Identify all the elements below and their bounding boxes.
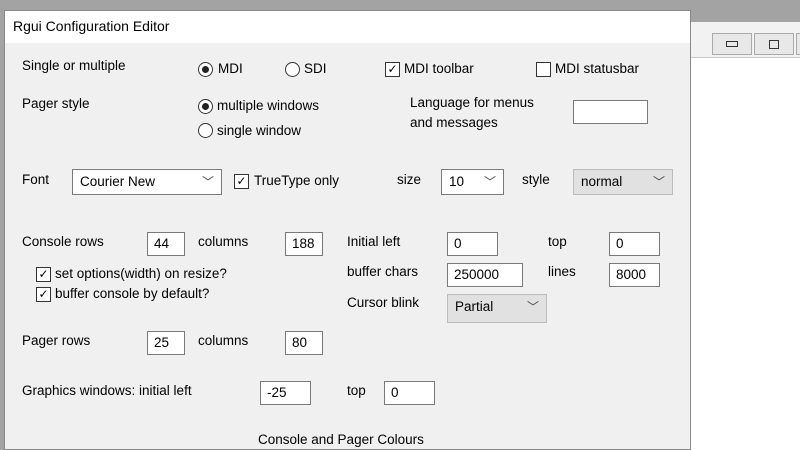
font-value: Courier New: [80, 174, 156, 189]
size-select[interactable]: 10 ﹀: [441, 169, 504, 195]
graphics-left-label: Graphics windows: initial left: [22, 383, 192, 398]
set-options-label[interactable]: set options(width) on resize?: [55, 266, 227, 281]
restore-icon: [769, 39, 779, 49]
close-button[interactable]: [796, 33, 800, 55]
graphics-left-input[interactable]: -25: [260, 381, 311, 405]
language-input[interactable]: [573, 100, 648, 124]
pager-columns-label: columns: [198, 333, 249, 348]
set-options-checkbox[interactable]: ✓: [36, 267, 51, 282]
size-value: 10: [449, 174, 465, 189]
chevron-down-icon: ﹀: [526, 300, 539, 314]
pager-rows-input[interactable]: 25: [147, 331, 185, 355]
buffer-console-checkbox[interactable]: ✓: [36, 287, 51, 302]
single-window-radio[interactable]: [198, 123, 213, 138]
cursor-blink-select[interactable]: Partial ﹀: [447, 294, 547, 323]
minimize-icon: [726, 41, 738, 47]
mdi-statusbar-checkbox[interactable]: [536, 62, 551, 77]
colours-heading: Console and Pager Colours: [258, 432, 424, 447]
graphics-top-input[interactable]: 0: [384, 381, 435, 405]
config-dialog: Rgui Configuration Editor Single or mult…: [4, 10, 691, 450]
language-label-2: and messages: [410, 115, 498, 130]
lines-label: lines: [548, 264, 576, 279]
size-label: size: [397, 172, 422, 187]
mdi-statusbar-label[interactable]: MDI statusbar: [555, 61, 639, 76]
truetype-checkbox[interactable]: ✓: [234, 174, 249, 189]
style-value: normal: [581, 174, 623, 189]
language-label: Language for menus: [410, 95, 534, 110]
pager-rows-label: Pager rows: [22, 333, 91, 348]
chevron-down-icon: ﹀: [201, 175, 214, 189]
style-select[interactable]: normal ﹀: [573, 169, 673, 195]
sdi-radio[interactable]: [285, 62, 300, 77]
minimize-button[interactable]: [712, 33, 752, 55]
console-columns-input[interactable]: 188: [285, 232, 323, 256]
restore-button[interactable]: [754, 33, 794, 55]
style-label: style: [522, 172, 550, 187]
multiple-windows-radio[interactable]: [198, 99, 213, 114]
font-label: Font: [22, 172, 50, 187]
buffer-chars-label: buffer chars: [347, 264, 419, 279]
top-label: top: [548, 234, 567, 249]
buffer-console-label[interactable]: buffer console by default?: [55, 286, 209, 301]
console-rows-label: Console rows: [22, 234, 104, 249]
cursor-blink-label: Cursor blink: [347, 295, 420, 310]
lines-input[interactable]: 8000: [609, 263, 660, 287]
initial-left-input[interactable]: 0: [447, 232, 498, 256]
mdi-toolbar-checkbox[interactable]: ✓: [385, 62, 400, 77]
console-columns-label: columns: [198, 234, 249, 249]
sdi-label[interactable]: SDI: [304, 61, 327, 76]
cursor-blink-value: Partial: [455, 299, 494, 314]
pager-columns-input[interactable]: 80: [285, 331, 323, 355]
initial-left-label: Initial left: [347, 234, 401, 249]
dialog-title: Rgui Configuration Editor: [5, 11, 690, 43]
font-select[interactable]: Courier New ﹀: [72, 169, 222, 195]
truetype-label[interactable]: TrueType only: [254, 173, 339, 188]
top-input[interactable]: 0: [609, 232, 660, 256]
pager-style-label: Pager style: [22, 96, 90, 111]
graphics-top-label: top: [347, 383, 366, 398]
single-window-label[interactable]: single window: [217, 123, 301, 138]
console-rows-input[interactable]: 44: [147, 232, 185, 256]
chevron-down-icon: ﹀: [652, 175, 665, 189]
mdi-toolbar-label[interactable]: MDI toolbar: [404, 61, 474, 76]
single-multiple-label: Single or multiple: [22, 58, 126, 73]
multiple-windows-label[interactable]: multiple windows: [217, 98, 319, 113]
buffer-chars-input[interactable]: 250000: [447, 263, 523, 287]
chevron-down-icon: ﹀: [483, 175, 496, 189]
mdi-radio[interactable]: [198, 62, 213, 77]
background-window: [690, 22, 800, 450]
mdi-label[interactable]: MDI: [218, 61, 243, 76]
